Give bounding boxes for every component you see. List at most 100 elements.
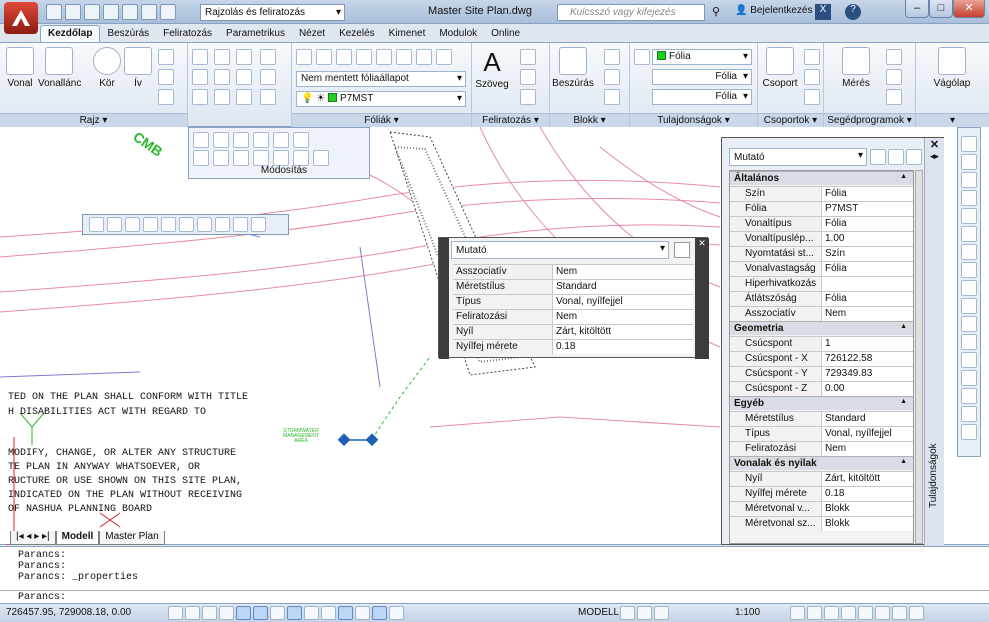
pan-icon[interactable] <box>654 606 669 620</box>
break-icon[interactable] <box>961 334 977 350</box>
transparency-icon[interactable] <box>355 606 370 620</box>
line-tool[interactable]: Vonal <box>2 47 38 89</box>
sign-in-button[interactable]: 👤 Bejelentkezés <box>735 5 813 16</box>
property-row[interactable]: Csúcspont - Y 729349.83 <box>730 366 913 381</box>
qp-customize-icon[interactable] <box>674 242 690 258</box>
explode-icon[interactable] <box>961 424 977 440</box>
property-value[interactable]: Standard <box>822 412 913 426</box>
property-value[interactable]: Fólia <box>822 187 913 201</box>
quick-view-drawings-icon[interactable] <box>637 606 652 620</box>
clipboard-panel-label[interactable]: ▾ <box>916 113 989 127</box>
color-wheel-icon[interactable] <box>634 49 650 65</box>
property-value[interactable]: 726122.58 <box>822 352 913 366</box>
select-objects-icon[interactable] <box>888 149 904 165</box>
draw-panel-label[interactable]: Rajz ▾ <box>0 113 187 127</box>
coordinates-readout[interactable]: 726457.95, 729008.18, 0.00 <box>6 607 131 618</box>
erase-icon[interactable] <box>260 49 276 65</box>
calculator-icon[interactable] <box>886 89 902 105</box>
property-value[interactable]: Blokk <box>822 502 913 516</box>
property-row[interactable]: Típus Vonal, nyílfejjel <box>730 426 913 441</box>
exchange-icon[interactable]: X <box>815 4 831 20</box>
layers-panel-label[interactable]: Fóliák ▾ <box>292 113 471 127</box>
layer-properties-icon[interactable] <box>296 49 312 65</box>
arrange-icon[interactable] <box>313 150 329 166</box>
current-layer-dropdown[interactable]: 💡 ☀ P7MST <box>296 91 466 107</box>
qp-row[interactable]: Nyíl Zárt, kitöltött <box>453 324 693 339</box>
offset-icon[interactable] <box>961 190 977 206</box>
palette-object-dropdown[interactable]: Mutató <box>729 148 867 166</box>
model-space-toggle[interactable]: MODELL <box>578 607 619 618</box>
ducs-icon[interactable] <box>304 606 319 620</box>
layer-previous-icon[interactable] <box>356 49 372 65</box>
property-row[interactable]: Méretvonal sz... Blokk <box>730 516 913 531</box>
property-row[interactable]: Csúcspont - X 726122.58 <box>730 351 913 366</box>
property-row[interactable]: Nyíl Zárt, kitöltött <box>730 471 913 486</box>
tab-1[interactable]: Beszúrás <box>100 26 156 42</box>
copy-icon[interactable] <box>192 69 208 85</box>
qp-value[interactable]: Zárt, kitöltött <box>553 325 693 339</box>
utilities-panel-label[interactable]: Segédprogramok ▾ <box>824 113 915 127</box>
qp-row[interactable]: Típus Vonal, nyílfejjel <box>453 294 693 309</box>
maximize-button[interactable]: □ <box>929 0 953 18</box>
stretch-icon[interactable] <box>961 280 977 296</box>
mirror-icon[interactable] <box>961 172 977 188</box>
property-value[interactable]: Szín <box>822 247 913 261</box>
groups-panel-label[interactable]: Csoportok ▾ <box>758 113 823 127</box>
lock-icon[interactable] <box>858 606 873 620</box>
new-icon[interactable] <box>46 4 62 20</box>
scale-icon[interactable] <box>233 132 249 148</box>
property-value[interactable]: Nem <box>822 442 913 456</box>
property-row[interactable]: Hiperhivatkozás <box>730 276 913 291</box>
layer-icon[interactable] <box>233 217 248 232</box>
color-dropdown[interactable]: Fólia <box>652 49 752 65</box>
close-button[interactable]: ✕ <box>953 0 985 18</box>
copy-icon[interactable] <box>213 132 229 148</box>
qp-value[interactable]: 0.18 <box>553 340 693 354</box>
lineweight-icon[interactable] <box>338 606 353 620</box>
stretch-icon[interactable] <box>193 150 209 166</box>
select-all-icon[interactable] <box>886 69 902 85</box>
polyline-tool[interactable]: Vonallánc <box>38 47 81 89</box>
chamfer-icon[interactable] <box>293 150 309 166</box>
ortho-icon[interactable] <box>219 606 234 620</box>
palette-close-icon[interactable]: ✕ <box>925 138 944 151</box>
property-value[interactable]: Fólia <box>822 217 913 231</box>
section-header[interactable]: Általános <box>730 171 913 185</box>
offset-icon[interactable] <box>260 89 276 105</box>
property-row[interactable]: Nyomtatási st... Szín <box>730 246 913 261</box>
move-icon[interactable] <box>961 226 977 242</box>
qp-object-dropdown[interactable]: Mutató <box>451 241 669 259</box>
text-tool[interactable]: A Szöveg <box>474 47 510 90</box>
edit-icon[interactable] <box>107 217 122 232</box>
property-value[interactable]: Vonal, nyílfejjel <box>822 427 913 441</box>
polar-icon[interactable] <box>236 606 251 620</box>
tab-0[interactable]: Kezdőlap <box>40 25 101 42</box>
annotation-scale[interactable]: 1:100 <box>735 607 760 618</box>
move-icon[interactable] <box>192 49 208 65</box>
rotate-icon[interactable] <box>193 132 209 148</box>
copy-icon[interactable] <box>961 154 977 170</box>
layout-nav-first[interactable]: |◂ ◂ ▸ ▸| <box>10 531 56 545</box>
quickprops-icon[interactable] <box>372 606 387 620</box>
ellipse-icon[interactable] <box>158 69 174 85</box>
join-icon[interactable] <box>961 352 977 368</box>
save-as-icon[interactable] <box>103 4 119 20</box>
property-row[interactable]: Méretstílus Standard <box>730 411 913 426</box>
auto-scale-icon[interactable] <box>824 606 839 620</box>
undo-icon[interactable] <box>141 4 157 20</box>
section-header[interactable]: Geometria <box>730 321 913 335</box>
chamfer-icon[interactable] <box>961 370 977 386</box>
property-value[interactable]: 0.18 <box>822 487 913 501</box>
minimize-button[interactable]: – <box>905 0 929 18</box>
offset-icon[interactable] <box>213 150 229 166</box>
scale-icon[interactable] <box>214 89 230 105</box>
command-input[interactable]: Parancs: <box>0 590 989 603</box>
paste-tool[interactable]: Vágólap <box>928 47 976 89</box>
group-select-icon[interactable] <box>804 89 820 105</box>
tab-2[interactable]: Feliratozás <box>156 26 219 42</box>
layer-freeze-icon[interactable] <box>416 49 432 65</box>
leader-icon[interactable] <box>520 69 536 85</box>
join-icon[interactable] <box>253 150 269 166</box>
lineweight-dropdown[interactable]: Fólia <box>652 89 752 105</box>
application-menu-button[interactable] <box>4 2 38 34</box>
